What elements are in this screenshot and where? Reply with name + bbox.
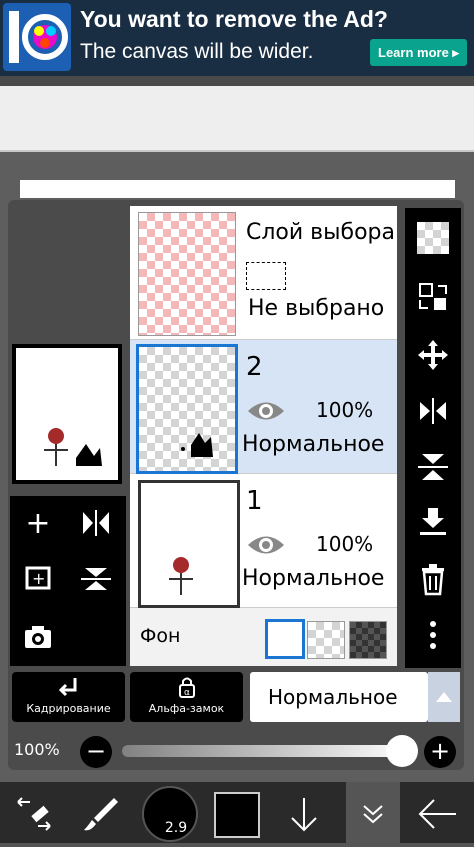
layer-thumbnail xyxy=(136,344,238,474)
layer-panel-toggle[interactable] xyxy=(346,782,400,843)
layer-blend-mode: Нормальное xyxy=(242,566,385,591)
crop-label: Кадрирование xyxy=(26,702,111,715)
background-white-option[interactable] xyxy=(265,619,305,659)
canvas-edge xyxy=(20,180,455,198)
brush-tool-icon[interactable] xyxy=(80,794,120,838)
brush-size-value: 2.9 xyxy=(164,820,188,836)
crop-button[interactable]: Кадрирование xyxy=(12,672,125,722)
swap-layers-icon[interactable] xyxy=(405,280,461,321)
canvas-thumbnail[interactable] xyxy=(12,344,122,484)
alpha-lock-icon: α xyxy=(130,676,243,702)
selection-layer-state: Не выбрано xyxy=(248,296,385,321)
add-layer-button[interactable]: + xyxy=(10,506,66,541)
opacity-value: 100% xyxy=(14,740,60,759)
background-transparent-option[interactable] xyxy=(307,621,345,659)
brush-size-button[interactable]: 2.9 xyxy=(142,786,198,842)
ibispaint-logo-icon xyxy=(3,3,71,71)
blend-mode-value: Нормальное xyxy=(268,685,398,709)
blend-mode-select[interactable]: Нормальное xyxy=(250,672,428,722)
layer-row[interactable]: 2 100% Нормальное xyxy=(130,340,397,474)
opacity-decrease-button[interactable]: − xyxy=(80,736,112,768)
layer-opacity: 100% xyxy=(316,398,374,422)
flip-vertical-icon[interactable] xyxy=(68,564,124,602)
crop-icon xyxy=(12,676,125,702)
ad-title: You want to remove the Ad? xyxy=(80,6,388,32)
learn-more-button[interactable]: Learn more ▸ xyxy=(370,39,467,66)
bottom-toolbar: 2.9 xyxy=(0,782,474,843)
selection-layer-thumbnail xyxy=(138,212,236,336)
ad-banner[interactable]: You want to remove the Ad? The canvas wi… xyxy=(0,0,474,76)
back-arrow-icon[interactable] xyxy=(416,796,460,836)
trash-icon[interactable] xyxy=(405,562,461,603)
flip-vertical-layer-icon[interactable] xyxy=(405,450,461,491)
move-icon[interactable] xyxy=(405,338,461,379)
eye-icon[interactable] xyxy=(246,398,286,428)
layer-list: Слой выбора Не выбрано 2 100% Нормальное… xyxy=(130,206,397,666)
eye-icon[interactable] xyxy=(246,532,286,562)
layer-row[interactable]: 1 100% Нормальное xyxy=(130,474,397,608)
merge-down-icon[interactable] xyxy=(405,506,461,547)
layer-opacity: 100% xyxy=(316,532,374,556)
opacity-increase-button[interactable]: + xyxy=(424,736,456,768)
background-label: Фон xyxy=(140,625,181,647)
svg-text:+: + xyxy=(32,569,45,588)
double-chevron-down-icon xyxy=(363,805,383,824)
status-strip xyxy=(0,76,474,86)
opacity-slider-thumb[interactable] xyxy=(386,735,418,767)
layer-number: 1 xyxy=(246,486,263,516)
left-layer-tools: + + xyxy=(10,496,126,666)
background-dark-option[interactable] xyxy=(349,621,387,659)
alpha-lock-label: Альфа-замок xyxy=(148,702,225,715)
add-image-layer-button[interactable]: + xyxy=(10,562,66,600)
transparency-icon[interactable] xyxy=(417,222,449,254)
svg-text:α: α xyxy=(184,688,190,698)
alpha-lock-button[interactable]: α Альфа-замок xyxy=(130,672,243,722)
opacity-slider-track[interactable] xyxy=(122,745,412,757)
selection-layer[interactable]: Слой выбора Не выбрано xyxy=(130,206,397,340)
layer-number: 2 xyxy=(246,352,263,382)
layer-thumbnail xyxy=(138,480,240,608)
ad-subtitle: The canvas will be wider. xyxy=(80,40,314,63)
flip-horizontal-icon[interactable] xyxy=(68,508,124,546)
thumbnail-image xyxy=(16,348,118,480)
selection-layer-name: Слой выбора xyxy=(246,220,395,245)
flip-horizontal-layer-icon[interactable] xyxy=(405,394,461,435)
background-row: Фон xyxy=(130,609,397,666)
more-options-icon[interactable] xyxy=(405,618,461,659)
selection-marquee-icon xyxy=(246,262,286,290)
color-swatch[interactable] xyxy=(214,792,260,838)
camera-icon[interactable] xyxy=(10,622,66,660)
right-layer-toolbar xyxy=(405,208,461,668)
transform-tool-icon[interactable] xyxy=(14,796,54,836)
top-toolbar-area xyxy=(0,86,474,152)
arrow-down-icon[interactable] xyxy=(286,794,322,838)
blend-mode-dropdown-arrow[interactable] xyxy=(428,672,460,722)
layer-blend-mode: Нормальное xyxy=(242,432,385,457)
